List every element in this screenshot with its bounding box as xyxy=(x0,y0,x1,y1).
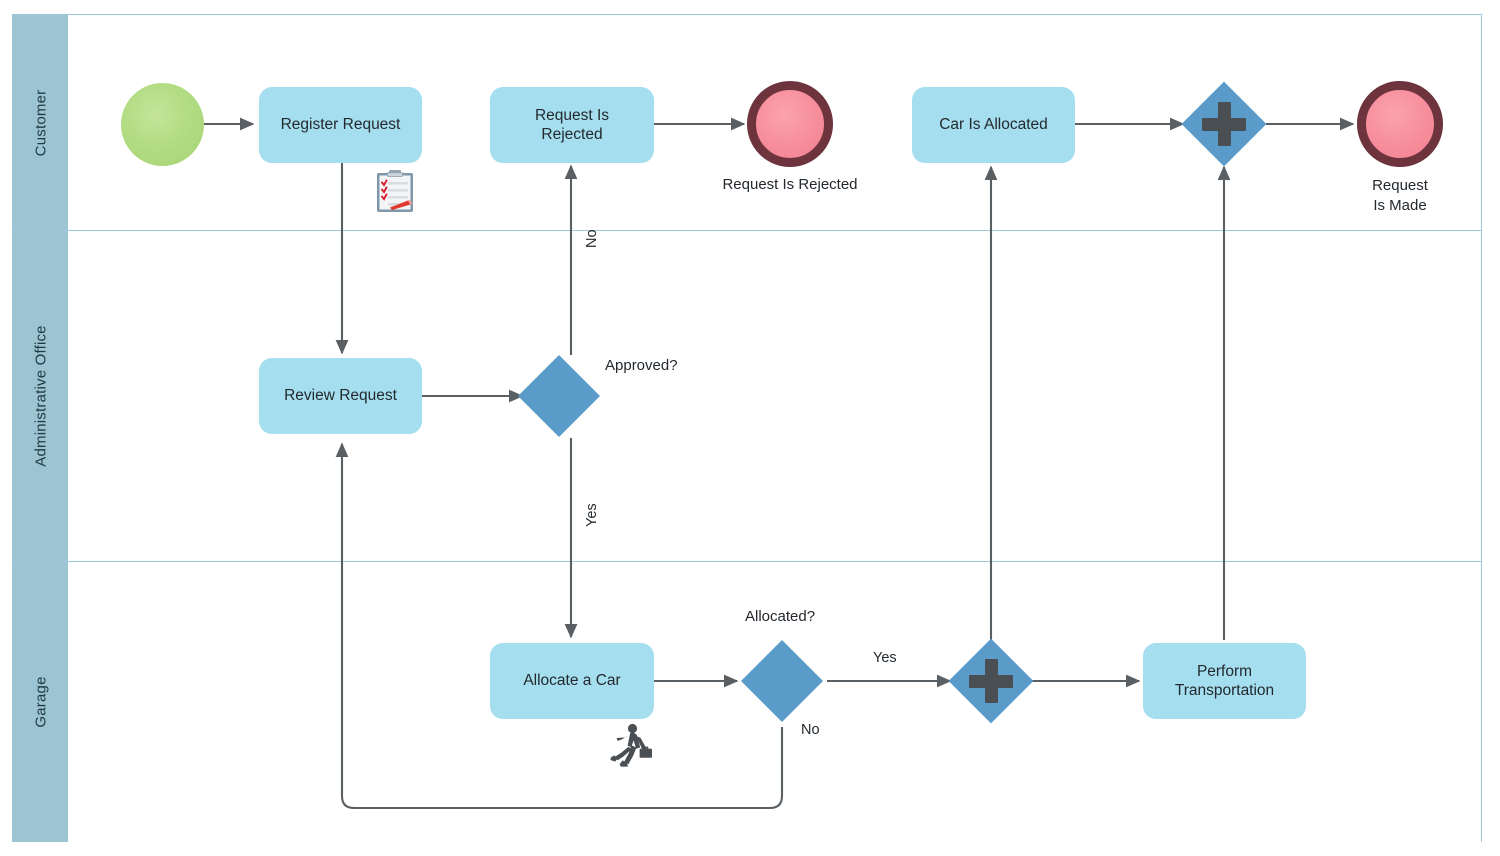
task-label-review-request: Review Request xyxy=(284,387,397,405)
task-review-request[interactable]: Review Request xyxy=(259,358,422,434)
lane-header-customer[interactable]: Customer xyxy=(13,15,68,230)
clipboard-checklist-icon xyxy=(375,169,415,213)
task-allocate-a-car[interactable]: Allocate a Car xyxy=(490,643,654,719)
task-register-request[interactable]: Register Request xyxy=(259,87,422,163)
bpmn-diagram-canvas: Customer Administrative Office Garage Re… xyxy=(0,0,1500,856)
task-label-car-is-allocated: Car Is Allocated xyxy=(939,116,1048,134)
plus-icon xyxy=(1194,94,1254,154)
end-event-request-is-rejected[interactable] xyxy=(747,81,833,167)
parallel-gateway-garage[interactable] xyxy=(948,638,1034,724)
start-event[interactable] xyxy=(121,83,204,166)
lane-label-administrative-office: Administrative Office xyxy=(32,325,49,467)
lane-administrative-office[interactable]: Administrative Office xyxy=(13,231,1481,562)
edge-label-approved-no: No xyxy=(584,229,600,248)
lane-label-garage: Garage xyxy=(32,676,49,728)
end-event-label-request-is-made-line1: Request xyxy=(1372,177,1428,194)
task-car-is-allocated[interactable]: Car Is Allocated xyxy=(912,87,1075,163)
end-event-label-request-is-made: Request Is Made xyxy=(1320,176,1480,215)
gateway-label-allocated: Allocated? xyxy=(745,608,816,625)
gateway-label-approved: Approved? xyxy=(605,357,678,374)
task-label-request-is-rejected-line1: Request Is xyxy=(534,106,610,124)
parallel-gateway-join-customer[interactable] xyxy=(1181,81,1267,167)
task-perform-transportation[interactable]: Perform Transportation xyxy=(1143,643,1306,719)
task-label-perform-transportation-line2: Transportation xyxy=(1174,682,1275,699)
lane-header-garage[interactable]: Garage xyxy=(13,562,68,842)
end-event-request-is-made[interactable] xyxy=(1357,81,1443,167)
edge-label-approved-yes: Yes xyxy=(584,503,600,527)
plus-icon xyxy=(961,651,1021,711)
edge-label-allocated-yes: Yes xyxy=(873,650,897,666)
task-label-perform-transportation-line1: Perform xyxy=(1196,662,1253,680)
lane-header-administrative-office[interactable]: Administrative Office xyxy=(13,231,68,561)
walking-person-briefcase-icon xyxy=(606,722,656,770)
task-label-request-is-rejected-line2: Rejected xyxy=(541,126,603,143)
lane-label-customer: Customer xyxy=(32,89,49,156)
edge-label-allocated-no: No xyxy=(801,722,820,738)
task-label-allocate-a-car: Allocate a Car xyxy=(523,672,621,690)
task-label-register-request: Register Request xyxy=(280,116,401,134)
task-request-is-rejected[interactable]: Request Is Rejected xyxy=(490,87,654,163)
end-event-label-request-is-rejected: Request Is Rejected xyxy=(722,176,858,193)
end-event-label-request-is-made-line2: Is Made xyxy=(1373,196,1427,214)
